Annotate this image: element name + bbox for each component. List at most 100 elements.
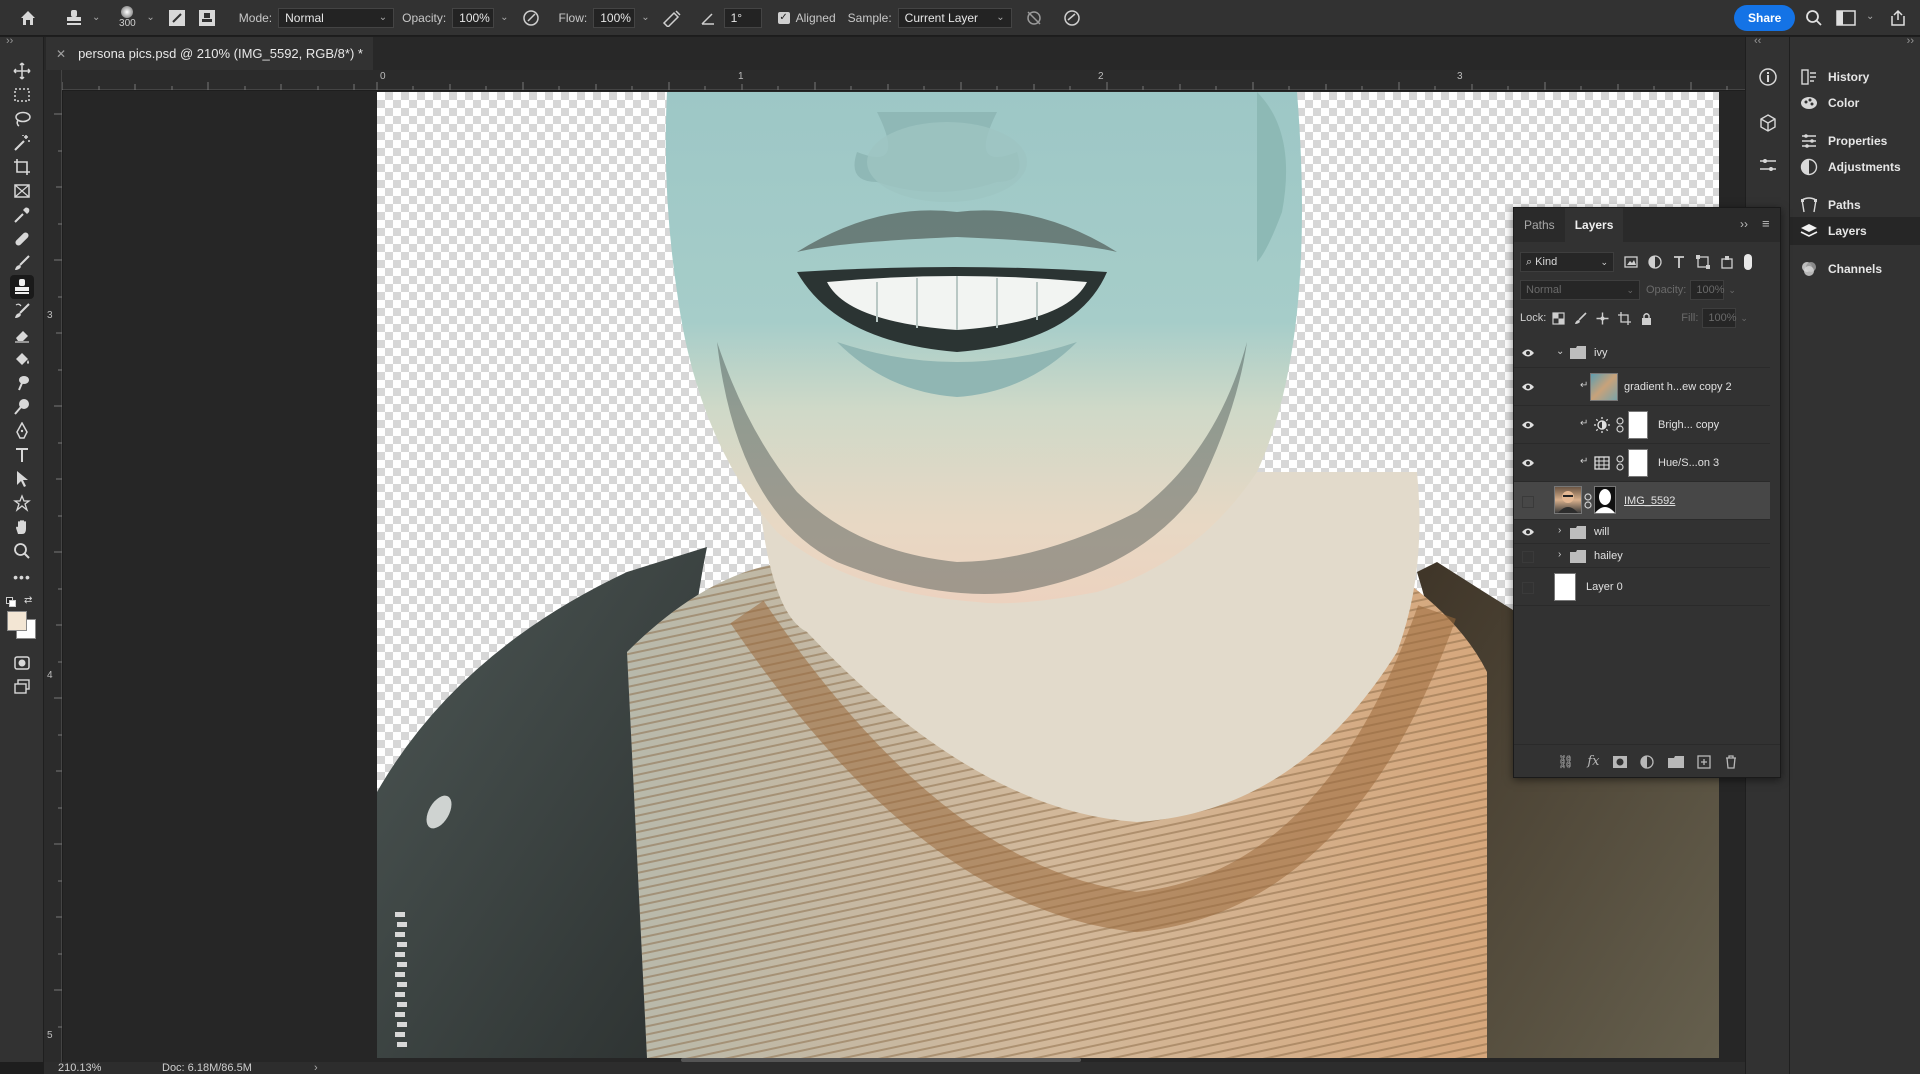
magic-wand-tool-icon[interactable]	[10, 131, 34, 155]
layer-row-gradient[interactable]: ↵ gradient h...ew copy 2	[1514, 368, 1770, 406]
clone-stamp-tool-icon[interactable]	[10, 275, 34, 299]
filter-shape-icon[interactable]	[1696, 255, 1710, 269]
foreground-color-swatch[interactable]	[7, 611, 27, 631]
layer-row-hue-saturation[interactable]: ↵ Hue/S...on 3	[1514, 444, 1770, 482]
info-icon[interactable]	[1756, 65, 1780, 89]
hand-tool-icon[interactable]	[10, 515, 34, 539]
visibility-off-icon[interactable]	[1520, 494, 1536, 510]
mode-select[interactable]: Normal ⌄	[278, 7, 395, 28]
toggle-clone-source-icon[interactable]	[193, 4, 221, 32]
3d-cube-icon[interactable]	[1756, 111, 1780, 135]
crop-tool-icon[interactable]	[10, 155, 34, 179]
brush-size-picker[interactable]: 300	[112, 0, 142, 36]
zoom-tool-icon[interactable]	[10, 539, 34, 563]
canvas-workspace[interactable]	[63, 91, 1745, 1062]
layer-row-brightness[interactable]: ↵ Brigh... copy	[1514, 406, 1770, 444]
custom-shape-tool-icon[interactable]	[10, 491, 34, 515]
lock-all-icon[interactable]	[1640, 312, 1653, 325]
layer-row-layer-0[interactable]: Layer 0	[1514, 568, 1770, 606]
tab-paths[interactable]: Paths	[1514, 208, 1565, 242]
visibility-eye-icon[interactable]	[1520, 455, 1536, 471]
panel-menu-icon[interactable]: ≡	[1762, 216, 1770, 231]
visibility-eye-icon[interactable]	[1520, 524, 1536, 540]
layer-row-hailey[interactable]: › hailey	[1514, 544, 1770, 568]
close-tab-icon[interactable]: ✕	[56, 47, 66, 61]
path-selection-tool-icon[interactable]	[10, 467, 34, 491]
mask-link-icon[interactable]	[1616, 455, 1624, 471]
aligned-checkbox[interactable]: ✓ Aligned	[777, 0, 842, 36]
dodge-tool-icon[interactable]	[10, 395, 34, 419]
pen-tool-icon[interactable]	[10, 419, 34, 443]
collapse-panel-icon[interactable]: ››	[1740, 217, 1748, 231]
expand-panels-icon[interactable]: ‹‹	[1754, 35, 1761, 47]
tool-preset-chevron-icon[interactable]: ⌄	[92, 12, 100, 23]
visibility-off-icon[interactable]	[1520, 580, 1536, 596]
link-layers-icon[interactable]: ⛓	[1557, 754, 1574, 770]
swap-colors-icon[interactable]: ⇄	[24, 595, 32, 606]
lock-artboard-icon[interactable]	[1618, 311, 1632, 325]
blend-mode-select[interactable]: Normal ⌄	[1520, 280, 1640, 300]
sample-select[interactable]: Current Layer ⌄	[897, 7, 1012, 28]
dock-item-color[interactable]: Color	[1790, 89, 1920, 117]
lock-image-pixels-icon[interactable]	[1574, 311, 1587, 325]
filter-type-icon[interactable]	[1672, 255, 1686, 269]
filter-adjustment-icon[interactable]	[1648, 255, 1662, 269]
eyedropper-tool-icon[interactable]	[10, 203, 34, 227]
fill-input[interactable]: 100%	[1702, 308, 1737, 328]
clone-stamp-tool-preset-icon[interactable]	[60, 4, 88, 32]
tab-layers[interactable]: Layers	[1564, 208, 1624, 242]
pressure-size-icon[interactable]	[1058, 4, 1086, 32]
healing-brush-tool-icon[interactable]	[10, 227, 34, 251]
screen-mode-icon[interactable]	[10, 675, 34, 699]
lasso-tool-icon[interactable]	[10, 107, 34, 131]
mask-link-icon[interactable]	[1616, 417, 1624, 433]
delete-layer-trash-icon[interactable]	[1725, 754, 1737, 769]
filter-smart-object-icon[interactable]	[1720, 255, 1734, 269]
brush-chevron-icon[interactable]: ⌄	[146, 12, 154, 23]
dock-item-adjustments[interactable]: Adjustments	[1790, 153, 1920, 181]
filter-kind-select[interactable]: ⌕ Kind ⌄	[1520, 252, 1614, 272]
airbrush-icon[interactable]	[658, 4, 686, 32]
filter-toggle-switch[interactable]	[1744, 254, 1752, 270]
status-menu-chevron-icon[interactable]: ›	[314, 1062, 318, 1074]
layer-row-will[interactable]: › will	[1514, 520, 1770, 544]
layer-style-fx-icon[interactable]: fx	[1587, 754, 1599, 769]
more-tools-icon[interactable]: •••	[10, 565, 34, 589]
dock-item-paths[interactable]: Paths	[1790, 191, 1920, 219]
collapse-dock-icon[interactable]: ››	[1907, 35, 1914, 47]
type-tool-icon[interactable]	[10, 443, 34, 467]
chevron-down-icon[interactable]: ⌄	[1728, 285, 1736, 296]
lock-position-icon[interactable]	[1596, 312, 1609, 325]
quick-mask-icon[interactable]	[10, 651, 34, 675]
eraser-tool-icon[interactable]	[10, 323, 34, 347]
new-group-folder-icon[interactable]	[1667, 755, 1684, 768]
opacity-input[interactable]: 100%	[452, 7, 495, 28]
dock-item-channels[interactable]: Channels	[1790, 255, 1920, 283]
dock-item-properties[interactable]: Properties	[1790, 127, 1920, 155]
search-icon[interactable]	[1800, 4, 1828, 32]
home-icon[interactable]	[14, 4, 42, 32]
dock-item-layers[interactable]: Layers	[1790, 217, 1920, 245]
flow-input[interactable]: 100%	[593, 7, 636, 28]
history-brush-tool-icon[interactable]	[10, 299, 34, 323]
smudge-tool-icon[interactable]	[10, 371, 34, 395]
layer-row-img-5592[interactable]: IMG_5592	[1514, 482, 1770, 520]
mask-link-icon[interactable]	[1584, 493, 1592, 509]
new-adjustment-layer-icon[interactable]	[1640, 754, 1654, 769]
visibility-eye-icon[interactable]	[1520, 345, 1536, 361]
layer-mask-thumbnail[interactable]	[1628, 449, 1648, 477]
flow-chevron-icon[interactable]: ⌄	[641, 12, 649, 23]
lock-transparent-pixels-icon[interactable]	[1552, 311, 1565, 325]
group-expanded-chevron-icon[interactable]: ⌄	[1556, 346, 1564, 357]
layer-mask-thumbnail[interactable]	[1628, 411, 1648, 439]
pressure-opacity-icon[interactable]	[517, 4, 545, 32]
collapse-toolbar-icon[interactable]: ››	[6, 35, 13, 47]
ignore-adjustment-layers-icon[interactable]	[1020, 4, 1048, 32]
zoom-level[interactable]: 210.13%	[58, 1062, 101, 1074]
document-tab[interactable]: ✕ persona pics.psd @ 210% (IMG_5592, RGB…	[46, 37, 373, 70]
adjustment-sliders-icon[interactable]	[1756, 153, 1780, 177]
group-collapsed-chevron-icon[interactable]: ›	[1558, 525, 1561, 536]
group-collapsed-chevron-icon[interactable]: ›	[1558, 549, 1561, 560]
visibility-eye-icon[interactable]	[1520, 379, 1536, 395]
export-icon[interactable]	[1884, 4, 1912, 32]
